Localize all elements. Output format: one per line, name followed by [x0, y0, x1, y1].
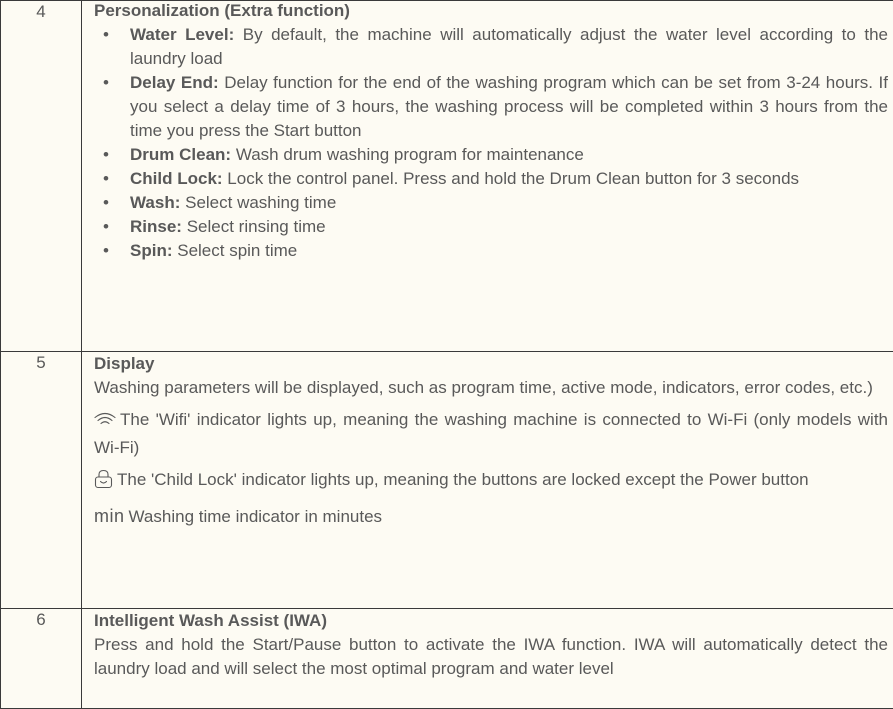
- instructions-table: 4 Personalization (Extra function) Water…: [0, 0, 893, 709]
- indicator-text: The 'Child Lock' indicator lights up, me…: [117, 470, 809, 489]
- item-term: Spin:: [130, 241, 173, 260]
- indicator-wifi: The 'Wifi' indicator lights up, meaning …: [94, 408, 888, 460]
- table-row: 4 Personalization (Extra function) Water…: [1, 1, 893, 352]
- list-item: Rinse: Select rinsing time: [130, 215, 888, 239]
- indicator-text: The 'Wifi' indicator lights up, meaning …: [94, 410, 888, 457]
- list-item: Drum Clean: Wash drum washing program fo…: [130, 143, 888, 167]
- item-text: Select spin time: [177, 241, 297, 260]
- item-term: Child Lock:: [130, 169, 223, 188]
- feature-list: Water Level: By default, the machine wil…: [94, 23, 888, 263]
- item-term: Drum Clean:: [130, 145, 231, 164]
- indicator-text: Washing time indicator in minutes: [129, 507, 383, 526]
- item-text: Wash drum washing program for maintenanc…: [236, 145, 584, 164]
- section-description: Washing parameters will be displayed, su…: [94, 376, 888, 400]
- item-term: Wash:: [130, 193, 180, 212]
- item-text: Lock the control panel. Press and hold t…: [227, 169, 799, 188]
- section-title: Personalization (Extra function): [94, 0, 888, 23]
- indicator-minutes: minWashing time indicator in minutes: [94, 504, 888, 529]
- section-title: Display: [94, 352, 888, 376]
- row-number: 6: [1, 609, 82, 709]
- item-term: Water Level:: [130, 25, 234, 44]
- list-item: Delay End: Delay function for the end of…: [130, 71, 888, 143]
- list-item: Child Lock: Lock the control panel. Pres…: [130, 167, 888, 191]
- row-content: Intelligent Wash Assist (IWA) Press and …: [82, 609, 893, 709]
- row-number: 5: [1, 352, 82, 609]
- section-title: Intelligent Wash Assist (IWA): [94, 609, 888, 633]
- section-description: Press and hold the Start/Pause button to…: [94, 633, 888, 681]
- item-text: Delay function for the end of the washin…: [130, 73, 888, 140]
- list-item: Wash: Select washing time: [130, 191, 888, 215]
- child-lock-icon: [94, 469, 113, 496]
- min-icon: min: [94, 506, 125, 526]
- item-text: By default, the machine will automatical…: [130, 25, 888, 68]
- table-row: 6 Intelligent Wash Assist (IWA) Press an…: [1, 609, 893, 709]
- wifi-icon: [94, 411, 116, 436]
- list-item: Spin: Select spin time: [130, 239, 888, 263]
- row-number: 4: [1, 1, 82, 352]
- row-content: Personalization (Extra function) Water L…: [82, 1, 893, 352]
- item-text: Select rinsing time: [187, 217, 326, 236]
- row-content: Display Washing parameters will be displ…: [82, 352, 893, 609]
- table-row: 5 Display Washing parameters will be dis…: [1, 352, 893, 609]
- item-text: Select washing time: [185, 193, 336, 212]
- item-term: Rinse:: [130, 217, 182, 236]
- item-term: Delay End:: [130, 73, 219, 92]
- list-item: Water Level: By default, the machine wil…: [130, 23, 888, 71]
- indicator-child-lock: The 'Child Lock' indicator lights up, me…: [94, 468, 888, 496]
